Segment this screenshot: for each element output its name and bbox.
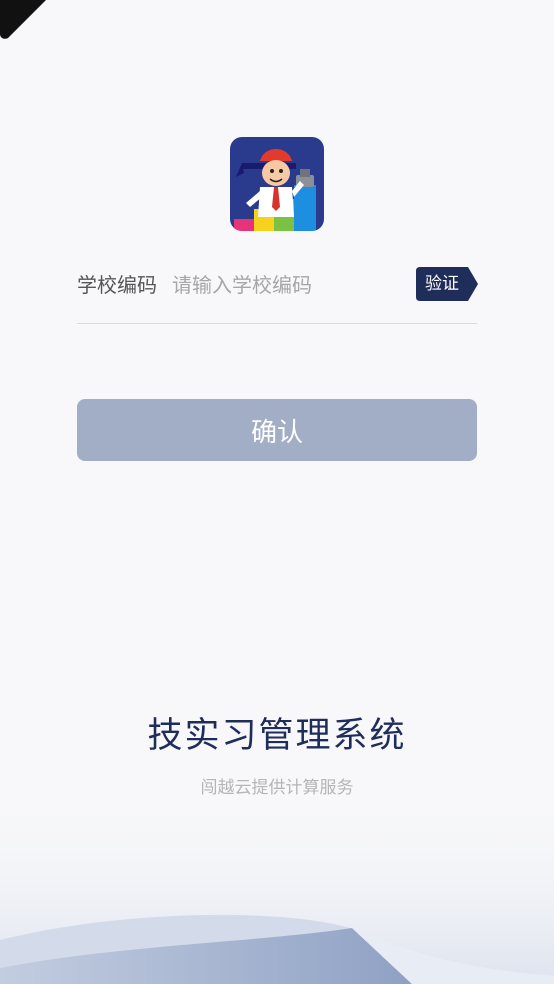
school-code-label: 学校编码 (77, 273, 157, 297)
app-logo (230, 137, 324, 231)
corner-decoration (0, 0, 46, 39)
confirm-button[interactable]: 确认 (77, 399, 477, 461)
school-code-row: 学校编码 验证 (77, 265, 478, 324)
school-code-input[interactable] (172, 269, 402, 301)
bottom-wave-decoration (0, 780, 554, 984)
verify-label: 验证 (425, 274, 459, 294)
provider-text: 闯越云提供计算服务 (200, 778, 354, 798)
verify-button[interactable]: 验证 (416, 267, 478, 301)
system-title: 技实习管理系统 (147, 716, 407, 756)
